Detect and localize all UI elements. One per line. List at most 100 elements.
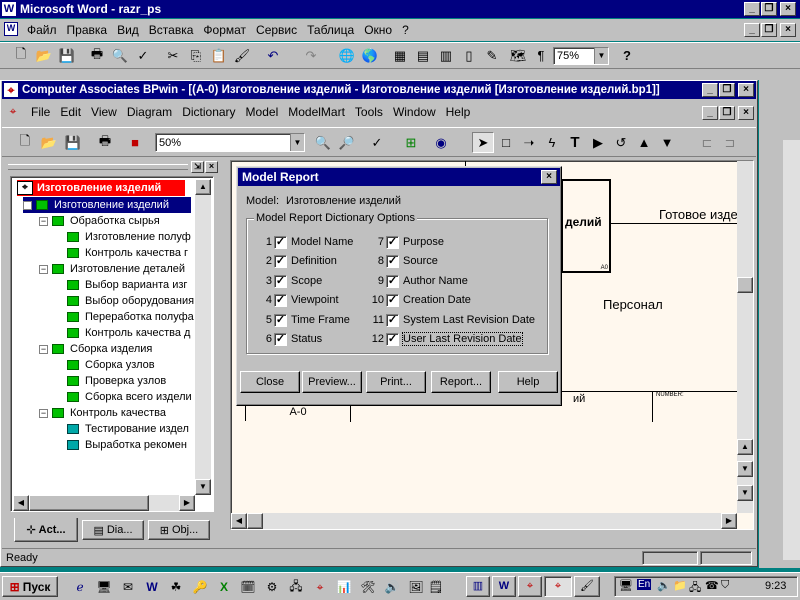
tray-shield-icon[interactable]: ⛉ — [721, 579, 729, 592]
go-next-icon[interactable]: ▼ — [656, 132, 678, 153]
bpwin-menu-help[interactable]: Help — [441, 105, 476, 119]
control-panel-icon[interactable]: ⚙ — [262, 578, 282, 596]
collapse-icon[interactable]: − — [39, 408, 48, 418]
tree-item-2[interactable]: Изготовление полуф — [67, 229, 191, 245]
image-app-icon[interactable]: 🖼 — [406, 578, 426, 596]
cut-icon[interactable]: ✂ — [162, 45, 184, 66]
scroll-left-icon[interactable]: ◀ — [13, 495, 29, 511]
model-explorer-icon[interactable]: ⊞ — [400, 132, 422, 153]
tree-item-10[interactable]: Сборка узлов — [67, 357, 155, 373]
collapse-icon[interactable]: − — [23, 200, 32, 210]
format-painter-icon[interactable]: 🖌 — [231, 45, 253, 66]
squiggle-tool-icon[interactable]: ϟ — [541, 132, 563, 153]
canvas-vertical-scrollbar[interactable]: ▲ ▼ ▼ — [737, 161, 753, 513]
bpwin-menu-diagram[interactable]: Diagram — [122, 105, 177, 119]
keyboard-language[interactable]: En — [637, 579, 652, 590]
collapse-icon[interactable]: − — [39, 264, 48, 274]
collapse-icon[interactable]: − — [39, 344, 48, 354]
hyperlink-icon[interactable]: 🌐 — [336, 45, 358, 66]
print-preview-icon[interactable]: 🔍 — [109, 45, 131, 66]
tray-modem-icon[interactable]: ☎ — [705, 579, 719, 592]
tab-activities[interactable]: ⊹ Act... — [14, 518, 78, 542]
word-menu-format[interactable]: Формат — [198, 23, 251, 37]
bpwin-menu-window[interactable]: Window — [388, 105, 441, 119]
bpwin-menu-view[interactable]: View — [86, 105, 122, 119]
office-icon[interactable]: ☘ — [166, 578, 186, 596]
tree-item-15[interactable]: Выработка рекомен — [67, 437, 187, 453]
bpwin-app-icon[interactable]: ⌖ — [4, 83, 18, 97]
calendar-icon[interactable]: 🗓 — [238, 578, 258, 596]
volume-icon[interactable]: 🔈 — [657, 579, 671, 592]
bpwin-menu-edit[interactable]: Edit — [55, 105, 86, 119]
close-button[interactable]: Close — [240, 371, 300, 393]
tree-item-7[interactable]: Переработка полуфа — [67, 309, 194, 325]
drawing-icon[interactable]: ✎ — [481, 45, 503, 66]
word-menu-file[interactable]: Файл — [22, 23, 62, 37]
insert-excel-icon[interactable]: ▥ — [435, 45, 457, 66]
tree-item-11[interactable]: Проверка узлов — [67, 373, 166, 389]
tree-item-1[interactable]: − Обработка сырья — [39, 213, 160, 229]
excel-icon[interactable]: X — [214, 578, 234, 596]
bpwin-close-button[interactable]: × — [738, 83, 754, 97]
pointer-tool-icon[interactable]: ➤ — [472, 132, 494, 153]
chevron-down-icon[interactable]: ▼ — [290, 134, 304, 151]
word-menu-insert[interactable]: Вставка — [144, 23, 199, 37]
option-scope[interactable]: 3 ✓ Scope — [254, 273, 322, 289]
arrow-tool-icon[interactable]: ➝ — [518, 132, 540, 153]
print-icon[interactable]: 🖶 — [86, 45, 108, 66]
chart-app-icon[interactable]: 📊 — [334, 578, 354, 596]
option-creation-date[interactable]: 10 ✓ Creation Date — [366, 292, 471, 308]
tray-monitor-icon[interactable]: 🖥 — [619, 579, 633, 592]
access-icon[interactable]: 🔑 — [190, 578, 210, 596]
task-button-paint[interactable]: 🖌 — [574, 576, 600, 597]
tray-network-icon[interactable]: 🖧 — [689, 579, 701, 598]
option-model-name[interactable]: 1 ✓ Model Name — [254, 234, 353, 250]
insert-table-icon[interactable]: ▤ — [412, 45, 434, 66]
bpwin-zoom-select[interactable]: 50% ▼ — [155, 133, 305, 152]
go-down-icon[interactable]: ▶ — [587, 132, 609, 153]
print-button[interactable]: Print... — [366, 371, 426, 393]
sound-app-icon[interactable]: 🔊 — [382, 578, 402, 596]
word-scroll-track[interactable] — [783, 140, 800, 560]
web-toolbar-icon[interactable]: 🌎 — [359, 45, 381, 66]
word-minimize-button[interactable]: _ — [744, 2, 760, 16]
word-doc-restore-button[interactable]: ❐ — [761, 23, 777, 37]
scroll-thumb[interactable] — [29, 495, 149, 511]
word-doc-icon[interactable]: W — [4, 22, 18, 36]
box-tool-icon[interactable]: □ — [495, 132, 517, 153]
tree-item-14[interactable]: Тестирование издел — [67, 421, 189, 437]
tree-item-8[interactable]: Контроль качества д — [67, 325, 190, 341]
spelling-icon[interactable]: ✓ — [132, 45, 154, 66]
bpwin-menu-file[interactable]: File — [26, 105, 55, 119]
tree-item-0[interactable]: − Изготовление изделий — [23, 197, 191, 213]
word-close-button[interactable]: × — [780, 2, 796, 16]
tree-item-5[interactable]: Выбор варианта изг — [67, 277, 187, 293]
option-viewpoint[interactable]: 4 ✓ Viewpoint — [254, 292, 339, 308]
spell-check-icon[interactable]: ✓ — [366, 132, 388, 153]
chevron-down-icon[interactable]: ▼ — [594, 48, 608, 64]
preview-button[interactable]: Preview... — [302, 371, 362, 393]
word-app-icon[interactable]: W — [2, 2, 16, 16]
bpwin-menu-modelmart[interactable]: ModelMart — [283, 105, 350, 119]
color-palette-icon[interactable]: ■ — [124, 132, 146, 153]
checkbox-checked[interactable]: ✓ — [274, 313, 287, 327]
word-doc-close-button[interactable]: × — [780, 23, 796, 37]
checkbox-checked[interactable]: ✓ — [274, 274, 287, 288]
zoom-out-icon[interactable]: 🔎 — [336, 132, 358, 153]
panel-close-button[interactable]: × — [205, 161, 218, 173]
scroll-right-icon[interactable]: ▶ — [721, 513, 737, 529]
checkbox-checked[interactable]: ✓ — [386, 235, 399, 249]
bpwin-menu-tools[interactable]: Tools — [350, 105, 388, 119]
report-button[interactable]: Report... — [431, 371, 491, 393]
checkbox-checked[interactable]: ✓ — [274, 254, 287, 268]
bpwin-doc-icon[interactable]: ⌖ — [6, 104, 20, 118]
word-doc-minimize-button[interactable]: _ — [744, 23, 760, 37]
option-definition[interactable]: 2 ✓ Definition — [254, 253, 337, 269]
word-menu-help[interactable]: ? — [397, 23, 414, 37]
option-user-last-revision-date[interactable]: 12 ✓ User Last Revision Date — [366, 331, 523, 347]
option-system-last-revision-date[interactable]: 11 ✓ System Last Revision Date — [366, 312, 535, 328]
modelmart-icon[interactable]: ◉ — [430, 132, 452, 153]
go-up-icon[interactable]: ▲ — [633, 132, 655, 153]
scroll-thumb[interactable] — [737, 277, 753, 293]
word-zoom-select[interactable]: 75% ▼ — [553, 47, 609, 65]
